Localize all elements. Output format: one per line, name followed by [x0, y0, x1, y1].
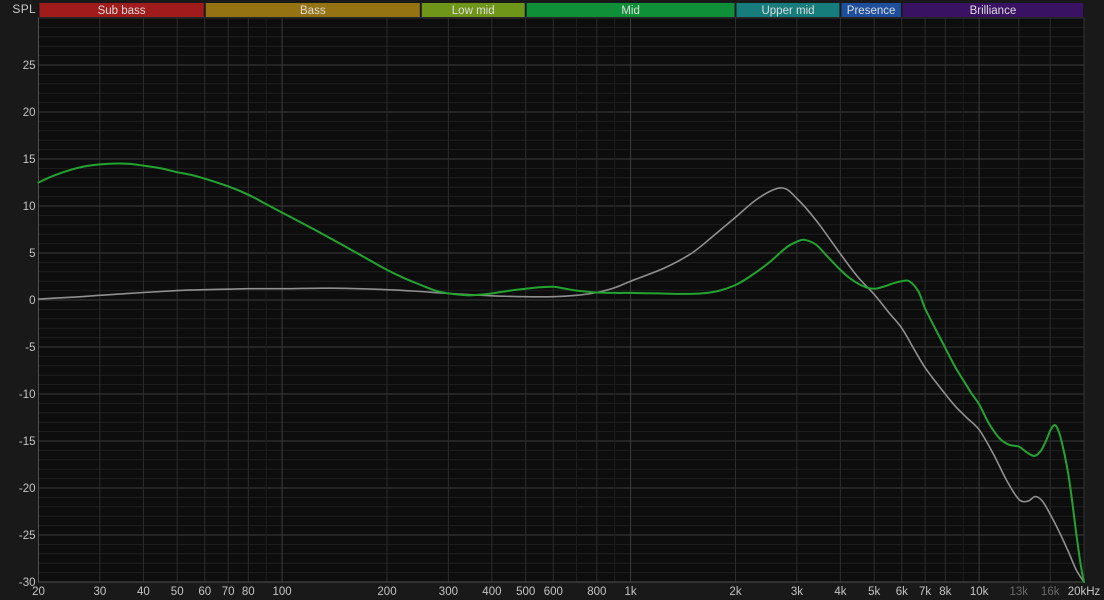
x-tick-label: 500	[516, 586, 535, 598]
band-label: Mid	[621, 5, 640, 17]
x-tick-label: 600	[544, 586, 563, 598]
y-tick-label: 10	[23, 201, 36, 213]
x-tick-label: 60	[198, 586, 211, 598]
y-tick-label: 25	[23, 60, 36, 72]
x-tick-label: 16k	[1041, 586, 1060, 598]
x-tick-label: 5k	[868, 586, 880, 598]
x-tick-label: 8k	[939, 586, 951, 598]
x-tick-label: 10k	[970, 586, 989, 598]
x-tick-label: 50	[171, 586, 184, 598]
x-tick-label: 40	[137, 586, 150, 598]
x-tick-label: 20kHz	[1068, 586, 1101, 598]
frequency-bands-strip: Sub bass Bass Low mid Mid Upper mid Presence B…	[39, 3, 1083, 17]
x-axis-tick-labels: 20 30 40 50 60 70 80 100 200 300 400 500 600 800 1k 2k 3…	[32, 586, 1100, 598]
x-tick-label: 200	[377, 586, 396, 598]
x-tick-label: 70	[222, 586, 235, 598]
y-tick-label: -5	[25, 342, 35, 354]
x-tick-label: 7k	[919, 586, 931, 598]
x-tick-label: 6k	[896, 586, 908, 598]
band-label: Low mid	[452, 5, 495, 17]
y-tick-label: -20	[19, 483, 36, 495]
y-tick-label: -15	[19, 436, 36, 448]
x-tick-label: 30	[94, 586, 107, 598]
band-label: Presence	[847, 5, 896, 17]
band-label: Upper mid	[761, 5, 814, 17]
band-label: Brilliance	[970, 5, 1017, 17]
y-tick-label: -25	[19, 530, 36, 542]
y-tick-label: -10	[19, 389, 36, 401]
x-tick-label: 13k	[1010, 586, 1029, 598]
y-tick-label: 20	[23, 107, 36, 119]
x-tick-label: 300	[439, 586, 458, 598]
band-label: Bass	[300, 5, 326, 17]
x-tick-label: 2k	[729, 586, 741, 598]
y-tick-label: -30	[19, 577, 36, 589]
grid-layer	[38, 18, 1085, 582]
y-axis-tick-labels: 25 20 15 10 5 0 -5 -10 -15 -20 -25 -30	[19, 60, 36, 589]
band-label: Sub bass	[98, 5, 146, 17]
y-tick-label: 15	[23, 154, 36, 166]
frequency-response-app: SPL Sub bass Bass Low mid Mid Upper mid Prese…	[0, 0, 1104, 600]
y-tick-label: 5	[29, 248, 35, 260]
x-tick-label: 400	[482, 586, 501, 598]
x-tick-label: 100	[273, 586, 292, 598]
y-tick-label: 0	[29, 295, 35, 307]
x-tick-label: 1k	[625, 586, 637, 598]
x-tick-label: 800	[587, 586, 606, 598]
frequency-response-chart: Sub bass Bass Low mid Mid Upper mid Presence B…	[19, 3, 1101, 598]
x-tick-label: 80	[242, 586, 255, 598]
x-tick-label: 3k	[791, 586, 803, 598]
x-tick-label: 4k	[834, 586, 846, 598]
